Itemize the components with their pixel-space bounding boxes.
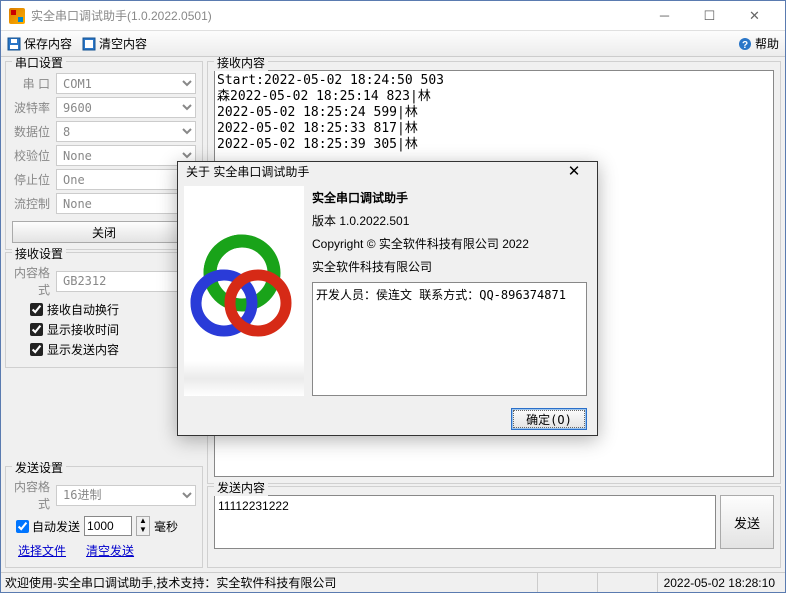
about-titlebar: 关于 实全串口调试助手 ✕ [178,162,597,180]
send-input[interactable] [214,495,716,549]
about-company: 实全软件科技有限公司 [312,258,587,275]
save-content-button[interactable]: 保存内容 [7,35,72,52]
about-copyright: Copyright © 实全软件科技有限公司 2022 [312,235,587,252]
interval-unit: 毫秒 [154,518,178,535]
send-settings-group: 发送设置 内容格式16进制 自动发送 ▲▼ 毫秒 选择文件 清空发送 [5,466,203,568]
data-label: 数据位 [12,123,56,140]
recv-settings-title: 接收设置 [12,245,66,262]
stop-select[interactable]: One [56,169,196,190]
send-settings-title: 发送设置 [12,459,66,476]
about-version: 版本 1.0.2022.501 [312,212,587,229]
status-cell-2 [597,573,657,592]
save-label: 保存内容 [24,35,72,52]
serial-settings-title: 串口设置 [12,57,66,71]
send-content-title: 发送内容 [214,479,268,496]
app-icon [9,8,25,24]
data-select[interactable]: 8 [56,121,196,142]
minimize-button[interactable]: ─ [642,2,687,30]
baud-label: 波特率 [12,99,56,116]
send-format-select[interactable]: 16进制 [56,485,196,506]
clear-content-button[interactable]: 清空内容 [82,35,147,52]
about-ok-button[interactable]: 确定(O) [511,408,587,430]
status-text: 欢迎使用-实全串口调试助手,技术支持：实全软件科技有限公司 [5,574,537,591]
select-file-link[interactable]: 选择文件 [18,542,66,559]
svg-text:?: ? [742,40,748,51]
rings-icon [184,231,304,351]
auto-send-checkbox[interactable]: 自动发送 [12,517,80,536]
send-format-label: 内容格式 [12,478,56,512]
save-icon [7,37,21,51]
about-close-button[interactable]: ✕ [559,162,589,180]
clear-icon [82,37,96,51]
flow-label: 流控制 [12,195,56,212]
help-icon: ? [738,37,752,51]
send-content-group: 发送内容 发送 [207,486,781,568]
clear-label: 清空内容 [99,35,147,52]
recv-format-select[interactable]: GB2312 [56,271,196,292]
auto-wrap-checkbox[interactable]: 接收自动换行 [30,301,196,318]
serial-settings-group: 串口设置 串 口COM1 波特率9600 数据位8 校验位None 停止位One… [5,61,203,250]
interval-spinner[interactable]: ▲▼ [136,516,150,536]
about-logo [184,186,304,396]
show-time-checkbox[interactable]: 显示接收时间 [30,321,196,338]
about-title-text: 关于 实全串口调试助手 [186,163,309,180]
statusbar: 欢迎使用-实全串口调试助手,技术支持：实全软件科技有限公司 2022-05-02… [1,572,785,592]
window-controls: ─ ☐ ✕ [642,2,777,30]
recv-settings-group: 接收设置 内容格式GB2312 接收自动换行 显示接收时间 显示发送内容 [5,252,203,368]
about-app-name: 实全串口调试助手 [312,189,587,206]
about-detail: 开发人员：侯连文 联系方式：QQ-896374871 [312,282,587,396]
status-time: 2022-05-02 18:28:10 [657,573,781,592]
flow-select[interactable]: None [56,193,196,214]
status-cell-1 [537,573,597,592]
stop-label: 停止位 [12,171,56,188]
window-title: 实全串口调试助手(1.0.2022.0501) [31,7,212,24]
help-label: 帮助 [755,35,779,52]
send-button[interactable]: 发送 [720,495,774,549]
show-send-checkbox[interactable]: 显示发送内容 [30,341,196,358]
main-window: 实全串口调试助手(1.0.2022.0501) ─ ☐ ✕ 保存内容 清空内容 … [0,0,786,593]
port-label: 串 口 [12,75,56,92]
close-button[interactable]: ✕ [732,2,777,30]
maximize-button[interactable]: ☐ [687,2,732,30]
about-dialog: 关于 实全串口调试助手 ✕ 实全串口调试助手 版本 1.0.2022.501 C… [177,161,598,436]
clear-send-link[interactable]: 清空发送 [86,542,134,559]
recv-content-title: 接收内容 [214,57,268,71]
titlebar: 实全串口调试助手(1.0.2022.0501) ─ ☐ ✕ [1,1,785,31]
interval-input[interactable] [84,516,132,536]
left-column: 串口设置 串 口COM1 波特率9600 数据位8 校验位None 停止位One… [5,61,203,568]
parity-label: 校验位 [12,147,56,164]
serial-close-button[interactable]: 关闭 [12,221,196,243]
recv-format-label: 内容格式 [12,264,56,298]
baud-select[interactable]: 9600 [56,97,196,118]
parity-select[interactable]: None [56,145,196,166]
toolbar: 保存内容 清空内容 ? 帮助 [1,31,785,57]
port-select[interactable]: COM1 [56,73,196,94]
help-button[interactable]: ? 帮助 [738,35,779,52]
